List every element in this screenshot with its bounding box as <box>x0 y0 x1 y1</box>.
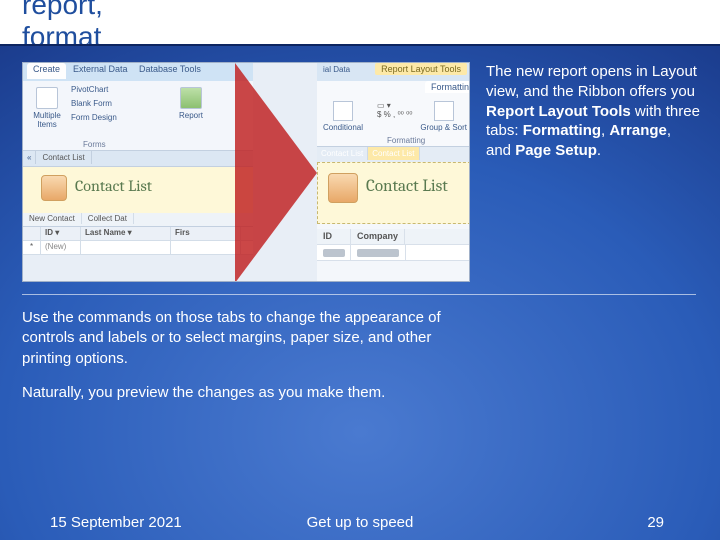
footer-title: Get up to speed <box>0 514 720 531</box>
ribbon-group-forms: Forms <box>83 140 106 149</box>
ribbon-tab-formatting: Formatting <box>425 81 470 93</box>
footer-page: 29 <box>647 514 664 531</box>
avatar-icon <box>41 175 67 201</box>
doc-tabs-left: «Contact List <box>23 151 253 167</box>
body-text-lower: Use the commands on those tabs to change… <box>22 308 442 417</box>
number-format: ▭ ▾$ % , ⁰⁰ ⁰⁰ <box>377 101 413 119</box>
title-underline <box>0 44 720 46</box>
ribbon-tab-create: Create <box>27 63 66 79</box>
screenshot-illustration: Create External Data Database Tools Mult… <box>22 62 470 282</box>
red-arrow <box>235 63 317 282</box>
btn-blank: Blank Form <box>71 99 125 108</box>
btn-pivot: PivotChart <box>71 85 125 94</box>
slide-title: Create a report, format a report <box>0 0 720 44</box>
context-tab-label: Report Layout Tools <box>375 63 467 75</box>
report-header-right: Contact List <box>317 162 470 224</box>
btn-design: Form Design <box>71 113 125 122</box>
grid-left: ID ▾Last Name ▾Firs *(New) <box>23 227 253 255</box>
form-toolbar-left: New ContactCollect Dat <box>23 213 253 227</box>
btn-group-sort: Group & Sort <box>420 101 467 132</box>
body-text-right: The new report opens in Layout view, and… <box>486 62 700 161</box>
doc-tabs-right: Contact ListContact List <box>317 147 470 162</box>
form-header-left: Contact List <box>23 167 253 213</box>
btn-conditional: Conditional <box>323 101 363 132</box>
right-mock: ial Data Report Layout Tools Formatting … <box>317 63 470 282</box>
grid-right: IDCompany <box>317 229 470 261</box>
avatar-icon <box>328 173 358 203</box>
divider <box>22 294 696 295</box>
ribbon-tab-external: External Data <box>67 63 134 79</box>
ribbon-tab-dbtools: Database Tools <box>133 63 207 79</box>
btn-report: Report <box>173 87 209 120</box>
btn-multiple-items: Multiple Items <box>29 87 65 129</box>
